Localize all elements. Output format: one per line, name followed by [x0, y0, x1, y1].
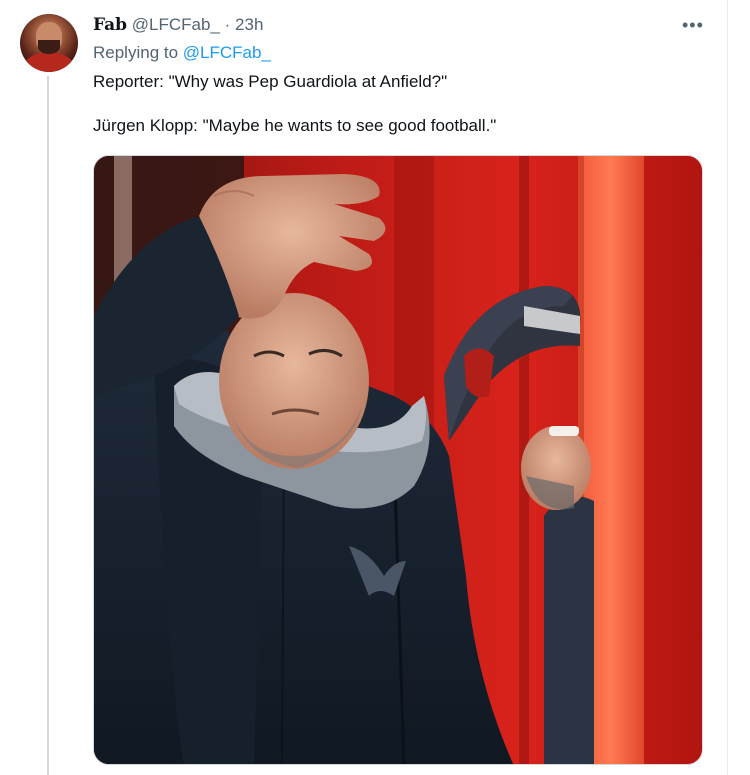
photo-illustration — [94, 156, 702, 764]
author-avatar[interactable] — [20, 14, 78, 72]
tweet-text: Reporter: "Why was Pep Guardiola at Anfi… — [93, 71, 703, 137]
thread-connector-line — [47, 76, 49, 775]
avatar-beard — [38, 40, 60, 54]
author-handle[interactable]: @LFCFab_ — [132, 15, 220, 34]
replying-to-label: Replying to — [93, 43, 183, 62]
tweet-timestamp[interactable]: 23h — [235, 15, 263, 34]
tweet-card[interactable]: Fab @LFCFab_ · 23h ••• Replying to @LFCF… — [0, 0, 728, 775]
avatar-shirt — [24, 52, 74, 72]
tweet-header: Fab @LFCFab_ · 23h — [93, 14, 263, 36]
tweet-photo[interactable] — [93, 155, 703, 765]
header-separator: · — [224, 15, 231, 34]
replying-to-mention[interactable]: @LFCFab_ — [183, 43, 271, 62]
replying-to-line: Replying to @LFCFab_ — [93, 42, 271, 64]
tweet-text-line-1: Reporter: "Why was Pep Guardiola at Anfi… — [93, 72, 448, 91]
author-display-name[interactable]: Fab — [93, 15, 127, 35]
more-options-icon[interactable]: ••• — [682, 16, 706, 36]
tweet-text-line-2: Jürgen Klopp: "Maybe he wants to see goo… — [93, 116, 497, 135]
